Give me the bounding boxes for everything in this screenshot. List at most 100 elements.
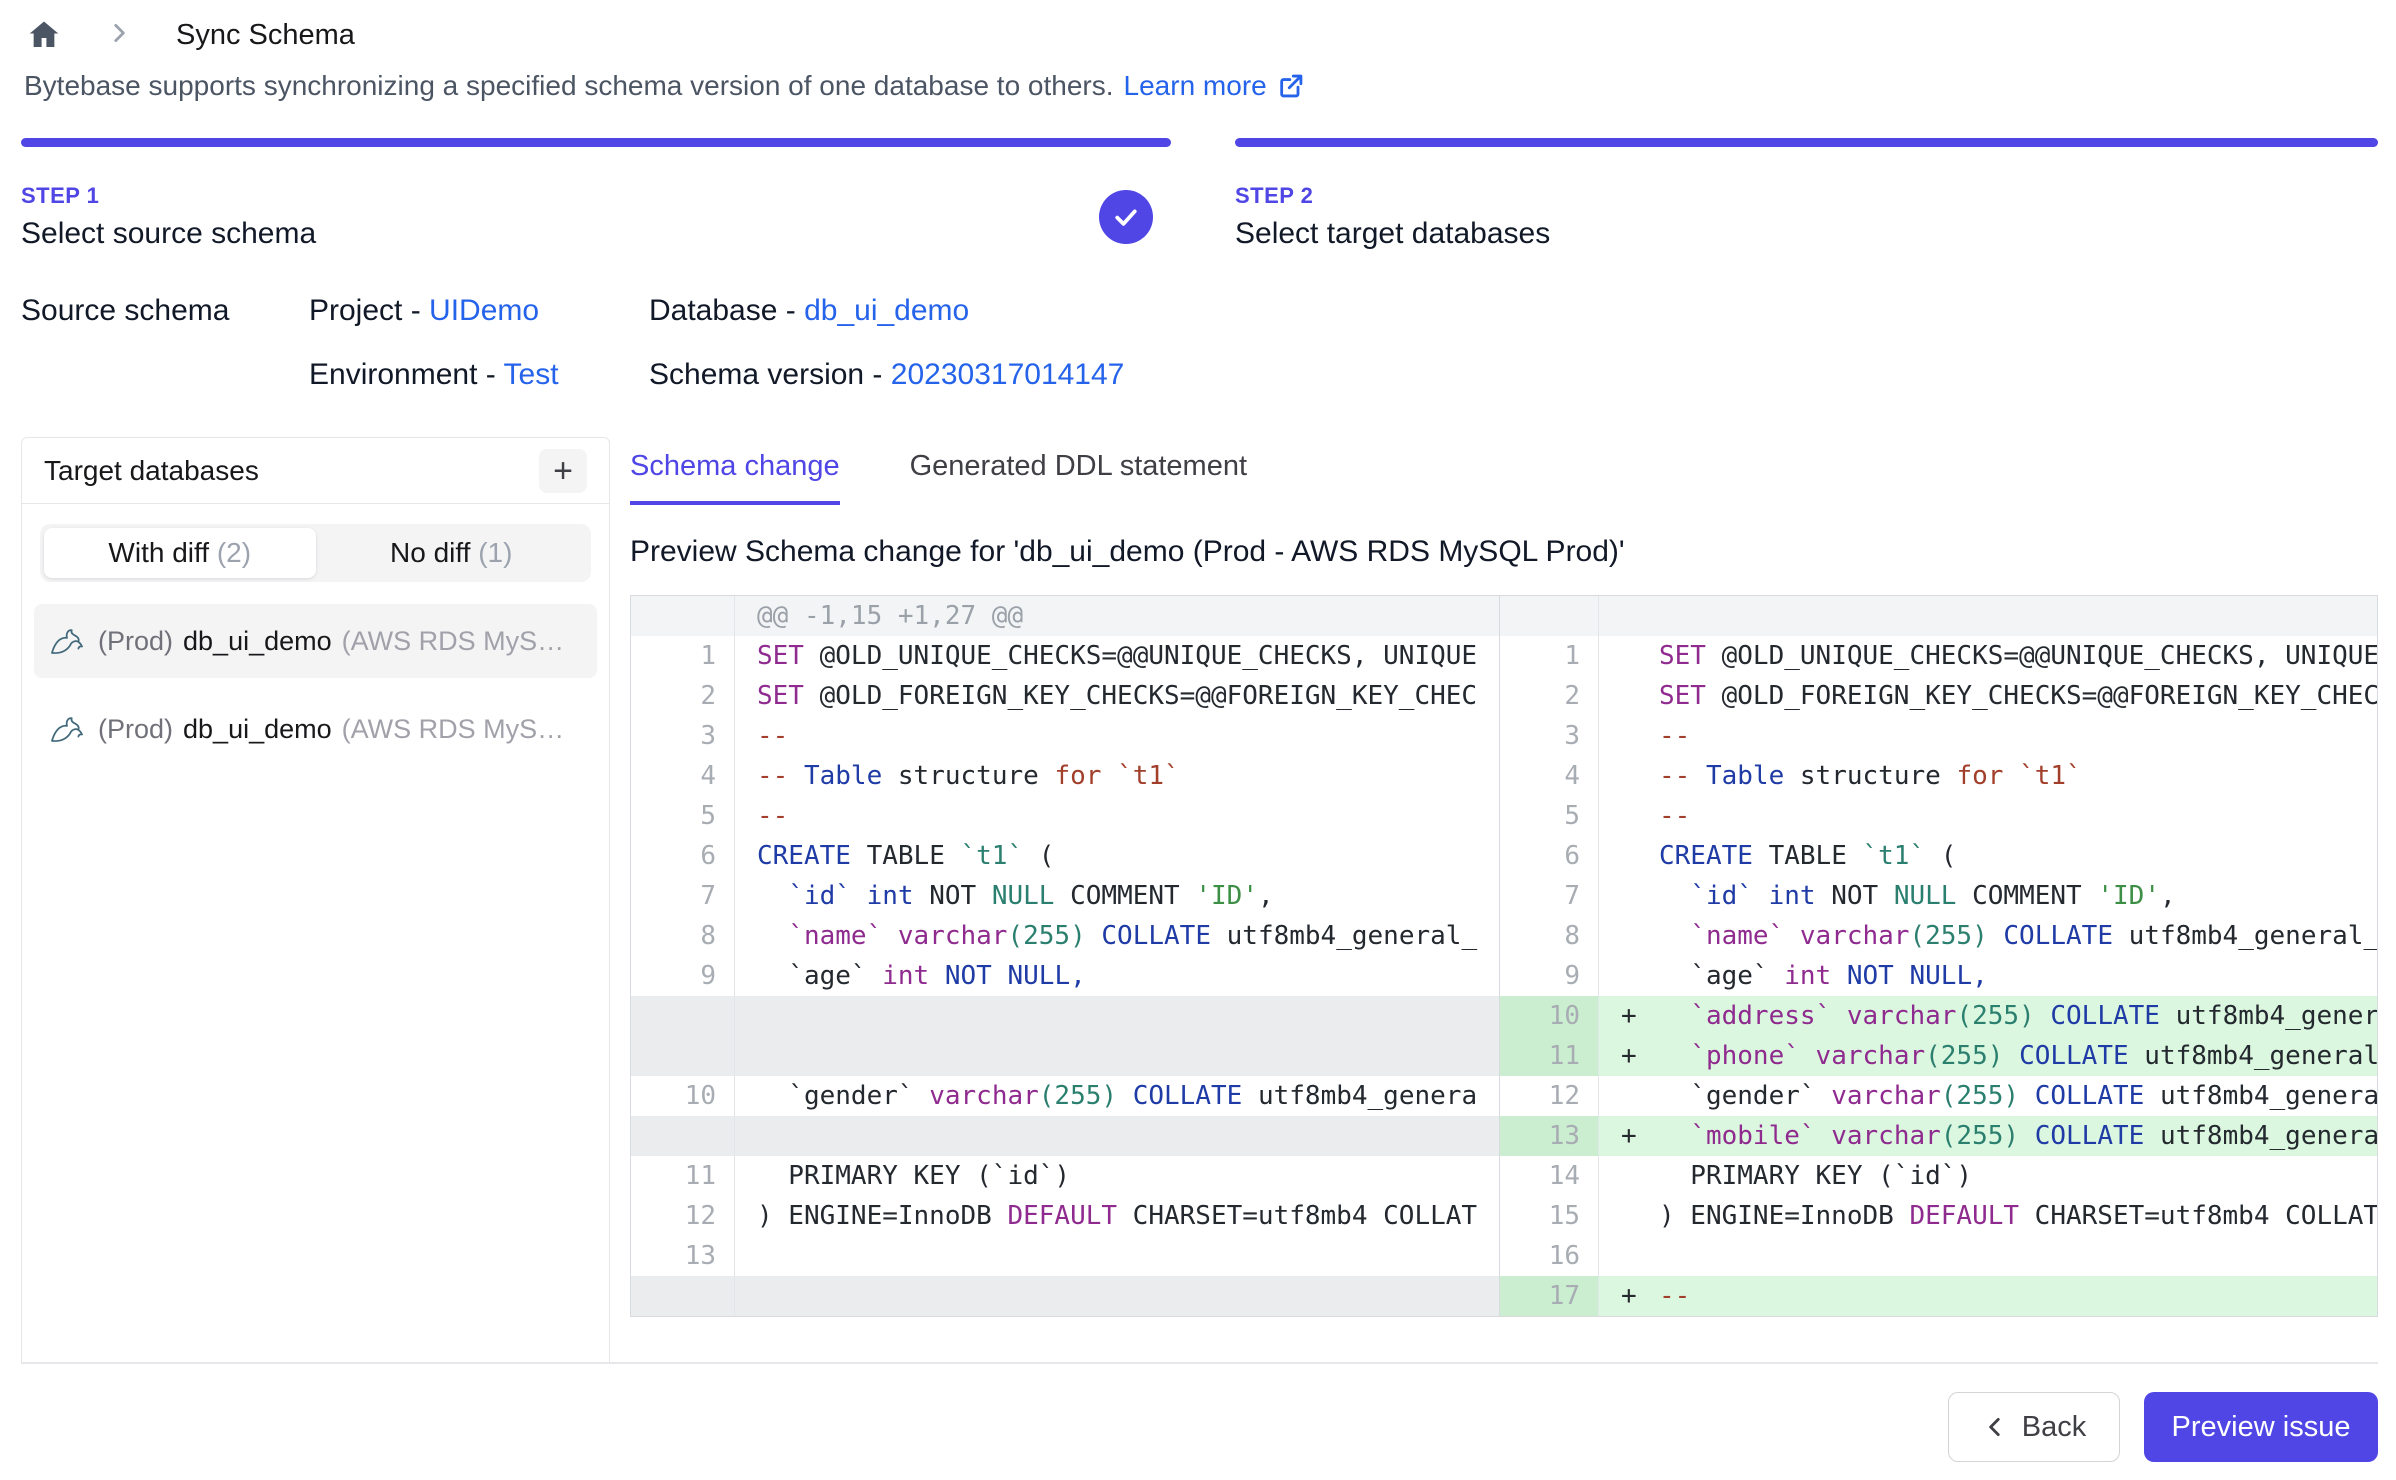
schema-preview-area: Schema change Generated DDL statement Pr…: [630, 450, 2378, 1317]
environment-label: Environment -: [309, 358, 496, 391]
diff-row: 15 ) ENGINE=InnoDB DEFAULT CHARSET=utf8m…: [1500, 1196, 2377, 1236]
step-2-label: STEP 2: [1235, 183, 2378, 209]
diff-code-line: PRIMARY KEY (`id`): [735, 1156, 1499, 1196]
diff-row: 10+ `address` varchar(255) COLLATE utf8m…: [1500, 996, 2377, 1036]
diff-line-number: 4: [631, 756, 735, 796]
diff-code-line: [735, 1116, 1499, 1156]
diff-code-line: --: [1599, 796, 2377, 836]
diff-code-line: ) ENGINE=InnoDB DEFAULT CHARSET=utf8mb4 …: [735, 1196, 1499, 1236]
diff-line-number: 13: [631, 1236, 735, 1276]
project-label: Project -: [309, 294, 421, 327]
diff-code-line: --: [735, 716, 1499, 756]
step-1-title: Select source schema: [21, 217, 1171, 251]
diff-code-line: `gender` varchar(255) COLLATE utf8mb4_ge…: [735, 1076, 1499, 1116]
diff-code-line: [735, 1036, 1499, 1076]
target-databases-title: Target databases: [44, 455, 259, 487]
diff-line-number: [631, 596, 735, 636]
diff-line-number: 7: [1500, 876, 1599, 916]
diff-line-number: 13: [1500, 1116, 1599, 1156]
page-title: Sync Schema: [176, 19, 355, 52]
diff-row: 17+--: [1500, 1276, 2377, 1316]
back-button[interactable]: Back: [1948, 1392, 2120, 1462]
diff-code-line: [735, 996, 1499, 1036]
preview-issue-button[interactable]: Preview issue: [2144, 1392, 2378, 1462]
diff-row: 8 `name` varchar(255) COLLATE utf8mb4_ge…: [1500, 916, 2377, 956]
mysql-icon: [48, 624, 86, 658]
diff-code-line: +--: [1599, 1276, 2377, 1316]
diff-code-line: [1599, 1236, 2377, 1276]
diff-row: 9 `age` int NOT NULL,: [1500, 956, 2377, 996]
diff-code-line: + `address` varchar(255) COLLATE utf8mb4…: [1599, 996, 2377, 1036]
project-link[interactable]: UIDemo: [429, 294, 539, 327]
database-list-item[interactable]: (Prod) db_ui_demo (AWS RDS MyS…: [34, 604, 597, 678]
home-icon[interactable]: [26, 17, 62, 53]
diff-code-line: ) ENGINE=InnoDB DEFAULT CHARSET=utf8mb4 …: [1599, 1196, 2377, 1236]
diff-code-line: PRIMARY KEY (`id`): [1599, 1156, 2377, 1196]
diff-row: @@ -1,15 +1,27 @@: [631, 596, 1499, 636]
tab-schema-change[interactable]: Schema change: [630, 450, 840, 505]
diff-row: [631, 1116, 1499, 1156]
diff-code-line: --: [1599, 716, 2377, 756]
diff-row: 4 -- Table structure for `t1`: [1500, 756, 2377, 796]
diff-row: 13: [631, 1236, 1499, 1276]
environment-link[interactable]: Test: [504, 358, 559, 391]
breadcrumb: Sync Schema: [26, 12, 355, 58]
learn-more-link[interactable]: Learn more: [1124, 70, 1267, 102]
step-1-progress-bar: [21, 138, 1171, 147]
diff-line-number: 6: [631, 836, 735, 876]
diff-row: [631, 996, 1499, 1036]
diff-row: 6 CREATE TABLE `t1` (: [1500, 836, 2377, 876]
page-description: Bytebase supports synchronizing a specif…: [24, 70, 1305, 102]
diff-line-number: 4: [1500, 756, 1599, 796]
diff-code-line: SET @OLD_FOREIGN_KEY_CHECKS=@@FOREIGN_KE…: [1599, 676, 2377, 716]
diff-line-number: [631, 1036, 735, 1076]
footer-divider: [21, 1362, 2378, 1364]
diff-line-number: 3: [631, 716, 735, 756]
database-link[interactable]: db_ui_demo: [804, 294, 969, 327]
external-link-icon[interactable]: [1277, 72, 1305, 100]
diff-line-number: 10: [631, 1076, 735, 1116]
db-instance: (AWS RDS MyS…: [342, 626, 565, 657]
tab-no-diff[interactable]: No diff (1): [316, 528, 588, 578]
diff-line-number: 17: [1500, 1276, 1599, 1316]
target-databases-panel: Target databases + With diff (2) No diff…: [21, 437, 610, 1363]
step-2-progress-bar: [1235, 138, 2378, 147]
diff-row: 14 PRIMARY KEY (`id`): [1500, 1156, 2377, 1196]
tab-generated-ddl[interactable]: Generated DDL statement: [910, 450, 1247, 505]
db-name: db_ui_demo: [183, 714, 332, 745]
diff-line-number: [631, 996, 735, 1036]
diff-row: 11 PRIMARY KEY (`id`): [631, 1156, 1499, 1196]
db-instance: (AWS RDS MyS…: [342, 714, 565, 745]
chevron-right-icon: [106, 20, 132, 51]
step-1-label: STEP 1: [21, 183, 1171, 209]
diff-line-number: [631, 1276, 735, 1316]
diff-line-number: 2: [631, 676, 735, 716]
diff-row: 8 `name` varchar(255) COLLATE utf8mb4_ge…: [631, 916, 1499, 956]
diff-code-line: `name` varchar(255) COLLATE utf8mb4_gene…: [735, 916, 1499, 956]
diff-code-line: `age` int NOT NULL,: [735, 956, 1499, 996]
diff-table: @@ -1,15 +1,27 @@1SET @OLD_UNIQUE_CHECKS…: [630, 595, 2378, 1317]
diff-line-number: 3: [1500, 716, 1599, 756]
tab-with-diff[interactable]: With diff (2): [44, 528, 316, 578]
db-environment: (Prod): [98, 626, 173, 657]
diff-code-line: `id` int NOT NULL COMMENT 'ID',: [735, 876, 1499, 916]
diff-line-number: 14: [1500, 1156, 1599, 1196]
diff-row: 7 `id` int NOT NULL COMMENT 'ID',: [1500, 876, 2377, 916]
sync-schema-page: Sync Schema Bytebase supports synchroniz…: [0, 0, 2396, 1480]
diff-line-number: 12: [1500, 1076, 1599, 1116]
step-1: STEP 1 Select source schema: [21, 138, 1171, 251]
description-text: Bytebase supports synchronizing a specif…: [24, 70, 1114, 102]
schema-version-link[interactable]: 20230317014147: [891, 358, 1125, 391]
source-schema-summary: Source schema Project - UIDemo Database …: [21, 290, 1124, 396]
database-list-item[interactable]: (Prod) db_ui_demo (AWS RDS MyS…: [34, 692, 597, 766]
diff-row: 7 `id` int NOT NULL COMMENT 'ID',: [631, 876, 1499, 916]
diff-code-line: [735, 1236, 1499, 1276]
diff-line-number: 7: [631, 876, 735, 916]
diff-line-number: 5: [1500, 796, 1599, 836]
add-target-database-button[interactable]: +: [539, 449, 587, 493]
diff-row: 5 --: [1500, 796, 2377, 836]
diff-row: 16: [1500, 1236, 2377, 1276]
diff-row: 13+ `mobile` varchar(255) COLLATE utf8mb…: [1500, 1116, 2377, 1156]
diff-code-line: `gender` varchar(255) COLLATE utf8mb4_ge…: [1599, 1076, 2377, 1116]
diff-code-line: SET @OLD_UNIQUE_CHECKS=@@UNIQUE_CHECKS, …: [735, 636, 1499, 676]
